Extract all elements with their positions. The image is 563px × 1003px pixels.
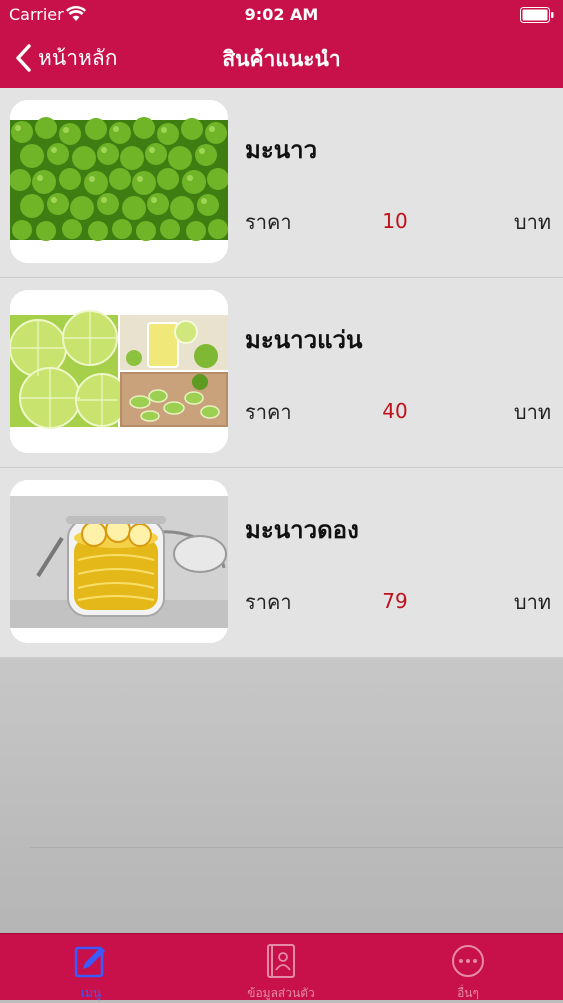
product-row[interactable]: มะนาวดอง ราคา 79 บาท bbox=[0, 468, 563, 658]
tab-label: ข้อมูลส่วนตัว bbox=[247, 986, 315, 1000]
back-button[interactable]: หน้าหลัก bbox=[14, 40, 117, 76]
battery-icon bbox=[520, 7, 554, 23]
currency-label: บาท bbox=[513, 590, 551, 614]
status-time: 9:02 AM bbox=[244, 5, 319, 24]
product-name: มะนาว bbox=[245, 136, 318, 164]
header: Carrier 9:02 AM หน้าหลัก สินค้าแนะนำ bbox=[0, 0, 563, 88]
price-value: 40 bbox=[382, 399, 408, 423]
nav-bar: หน้าหลัก สินค้าแนะนำ bbox=[0, 30, 563, 88]
product-row[interactable]: มะนาว ราคา 10 บาท bbox=[0, 88, 563, 278]
divider bbox=[30, 847, 563, 848]
product-image-lime-slices bbox=[10, 290, 228, 453]
tab-menu[interactable]: เมนู bbox=[31, 934, 151, 1001]
product-image-limes bbox=[10, 100, 228, 263]
price-label: ราคา bbox=[245, 590, 292, 614]
tab-label: อื่นๆ bbox=[457, 986, 479, 1000]
price-value: 10 bbox=[382, 209, 408, 233]
currency-label: บาท bbox=[513, 400, 551, 424]
more-icon bbox=[452, 945, 484, 977]
price-label: ราคา bbox=[245, 400, 292, 424]
back-label: หน้าหลัก bbox=[38, 45, 118, 70]
price-value: 79 bbox=[382, 589, 408, 613]
tab-profile[interactable]: ข้อมูลส่วนตัว bbox=[221, 934, 341, 1001]
tab-more[interactable]: อื่นๆ bbox=[408, 934, 528, 1001]
product-row[interactable]: มะนาวแว่น ราคา 40 บาท bbox=[0, 278, 563, 468]
status-bar: Carrier 9:02 AM bbox=[0, 0, 563, 30]
tab-bar: เมนู ข้อมูลส่วนตัว อื่นๆ bbox=[0, 933, 563, 1000]
empty-list-area bbox=[0, 658, 563, 933]
tab-label: เมนู bbox=[80, 986, 102, 1000]
currency-label: บาท bbox=[513, 210, 551, 234]
product-image-pickled-lime-jar bbox=[10, 480, 228, 643]
product-list: มะนาว ราคา 10 บาท มะนาวแว่น ราคา 40 บาท … bbox=[0, 88, 563, 658]
price-label: ราคา bbox=[245, 210, 292, 234]
compose-icon bbox=[74, 946, 105, 978]
product-name: มะนาวดอง bbox=[245, 516, 359, 544]
product-name: มะนาวแว่น bbox=[245, 326, 363, 354]
chevron-left-icon bbox=[16, 44, 31, 72]
contact-card-icon bbox=[267, 944, 295, 978]
